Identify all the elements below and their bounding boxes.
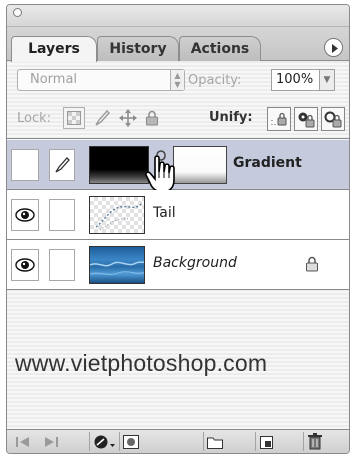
lock-label: Lock:: [17, 111, 52, 126]
lock-position-move-icon[interactable]: [117, 107, 139, 129]
visibility-toggle-empty[interactable]: [11, 149, 39, 181]
blend-mode-select[interactable]: Normal ▲ ▼: [17, 69, 185, 91]
panel-bottom-toolbar: [7, 429, 349, 453]
layer-name-gradient[interactable]: Gradient: [233, 155, 302, 171]
unify-style-icon[interactable]: [321, 107, 345, 131]
unify-label: Unify:: [209, 110, 253, 125]
opacity-field[interactable]: 100% ▼: [271, 69, 335, 91]
background-layer-thumbnail[interactable]: [89, 246, 145, 284]
eye-icon[interactable]: [11, 199, 39, 231]
chevron-down-icon[interactable]: ▼: [319, 70, 334, 90]
panel-titlebar[interactable]: [7, 5, 349, 27]
blend-row: Normal ▲ ▼ Opacity: 100% ▼: [7, 61, 349, 99]
new-group-folder-icon[interactable]: [203, 432, 225, 451]
brush-icon[interactable]: [49, 149, 75, 181]
add-mask-icon[interactable]: [119, 432, 141, 451]
step-backward-icon[interactable]: [13, 432, 35, 451]
watermark-text: www.vietphotoshop.com: [15, 350, 268, 376]
link-slot-empty[interactable]: [49, 199, 75, 231]
opacity-label: Opacity:: [188, 73, 242, 88]
panel-menu-button[interactable]: [324, 38, 343, 57]
layer-name-background[interactable]: Background: [153, 255, 237, 271]
layers-list: Gradient Tail Background: [7, 140, 349, 290]
layer-row-gradient[interactable]: Gradient: [7, 140, 349, 193]
lock-pixels-brush-icon[interactable]: [91, 107, 113, 129]
lock-row: Lock: Unify:: [7, 99, 349, 139]
link-slot-empty[interactable]: [49, 249, 75, 281]
eye-icon[interactable]: [11, 249, 39, 281]
panel-tabs: Layers History Actions: [7, 27, 349, 62]
layer-name-tail[interactable]: Tail: [153, 205, 176, 221]
trash-icon[interactable]: [303, 432, 325, 451]
tab-layers[interactable]: Layers: [11, 36, 97, 62]
lock-transparency-icon[interactable]: [63, 107, 85, 129]
blend-mode-value: Normal: [30, 72, 78, 87]
unify-visibility-icon[interactable]: [294, 107, 318, 131]
close-icon[interactable]: [13, 8, 22, 17]
tab-actions[interactable]: Actions: [179, 36, 261, 61]
tab-history[interactable]: History: [97, 36, 179, 61]
lock-icon: [306, 256, 318, 272]
step-forward-icon[interactable]: [39, 432, 61, 451]
menu-arrow-icon: [332, 44, 338, 53]
new-layer-icon[interactable]: [255, 432, 277, 451]
tail-layer-thumbnail[interactable]: [89, 196, 145, 234]
layers-panel: Layers History Actions Normal ▲ ▼ Opacity…: [6, 4, 350, 454]
opacity-value: 100%: [276, 72, 314, 87]
select-arrows-icon: ▲ ▼: [170, 70, 184, 90]
unify-position-icon[interactable]: [267, 107, 291, 131]
gradient-layer-thumbnail[interactable]: [89, 146, 149, 184]
layer-row-background[interactable]: Background: [7, 240, 349, 290]
layer-row-tail[interactable]: Tail: [7, 190, 349, 240]
add-layer-style-icon[interactable]: [89, 432, 117, 451]
lock-all-icon[interactable]: [141, 107, 163, 129]
